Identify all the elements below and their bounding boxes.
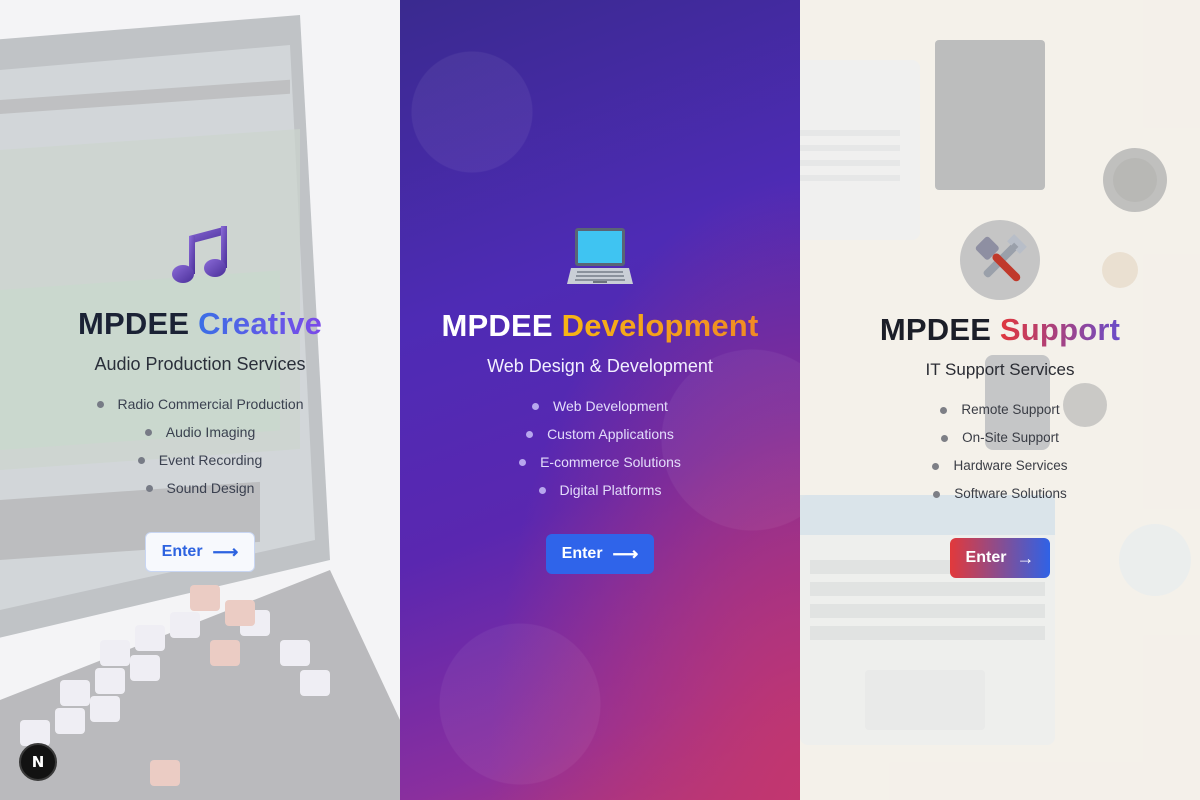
- music-note-icon: [167, 220, 233, 290]
- creative-content: MPDEE Creative Audio Production Services…: [0, 220, 400, 572]
- creative-title: MPDEE Creative: [78, 304, 322, 344]
- feature-item: On-Site Support: [932, 424, 1067, 452]
- arrow-right-icon: →: [1016, 548, 1035, 568]
- title-accent: Support: [999, 312, 1121, 347]
- feature-item: Digital Platforms: [519, 476, 681, 504]
- support-feature-list: Remote Support On-Site Support Hardware …: [932, 396, 1068, 508]
- title-prefix: MPDEE: [879, 312, 992, 347]
- bullet-dot: [96, 400, 104, 408]
- bullet-dot: [519, 458, 527, 466]
- feature-item: Sound Design: [97, 474, 304, 502]
- support-enter-button[interactable]: Enter →: [949, 538, 1051, 578]
- bullet-dot: [532, 402, 540, 410]
- feature-item: Radio Commercial Production: [96, 390, 303, 418]
- bullet-dot: [538, 486, 546, 494]
- feature-item: Software Solutions: [932, 480, 1067, 508]
- title-prefix: MPDEE: [441, 308, 553, 343]
- creative-enter-button[interactable]: Enter ⟶: [144, 532, 256, 572]
- development-enter-button[interactable]: Enter ⟶: [545, 534, 655, 574]
- creative-feature-list: Radio Commercial Production Audio Imagin…: [96, 390, 304, 502]
- title-prefix: MPDEE: [77, 306, 190, 341]
- bullet-dot: [526, 430, 534, 438]
- title-accent: Creative: [198, 306, 323, 341]
- support-content: MPDEE Support IT Support Services Remote…: [800, 226, 1200, 578]
- bullet-dot: [145, 484, 153, 492]
- development-title: MPDEE Development: [442, 306, 759, 346]
- panel-support[interactable]: MPDEE Support IT Support Services Remote…: [800, 0, 1200, 800]
- bullet-dot: [137, 456, 145, 464]
- development-content: MPDEE Development Web Design & Developme…: [400, 222, 800, 574]
- feature-item: Custom Applications: [519, 420, 681, 448]
- title-accent: Development: [561, 308, 759, 343]
- creative-subtitle: Audio Production Services: [94, 354, 306, 374]
- bullet-dot: [933, 490, 941, 498]
- feature-item: Hardware Services: [932, 452, 1068, 480]
- bullet-dot: [940, 406, 948, 414]
- support-subtitle: IT Support Services: [925, 360, 1075, 379]
- bullet-dot: [932, 462, 940, 470]
- panel-creative[interactable]: MPDEE Creative Audio Production Services…: [0, 0, 400, 800]
- bullet-dot: [941, 434, 949, 442]
- bullet-dot: [144, 428, 152, 436]
- nextjs-logo-icon[interactable]: N: [19, 743, 57, 781]
- feature-item: Audio Imaging: [97, 418, 304, 446]
- support-title: MPDEE Support: [880, 310, 1120, 350]
- feature-item: E-commerce Solutions: [519, 448, 681, 476]
- tools-icon: [967, 226, 1033, 296]
- development-feature-list: Web Development Custom Applications E-co…: [519, 392, 681, 504]
- development-subtitle: Web Design & Development: [487, 356, 713, 376]
- arrow-right-icon: ⟶: [612, 544, 639, 564]
- arrow-right-icon: ⟶: [212, 542, 239, 562]
- portal-panels: MPDEE Creative Audio Production Services…: [0, 0, 1200, 800]
- panel-development[interactable]: MPDEE Development Web Design & Developme…: [400, 0, 800, 800]
- feature-item: Remote Support: [932, 396, 1067, 424]
- laptop-icon: [567, 222, 633, 292]
- feature-item: Web Development: [519, 392, 681, 420]
- feature-item: Event Recording: [97, 446, 304, 474]
